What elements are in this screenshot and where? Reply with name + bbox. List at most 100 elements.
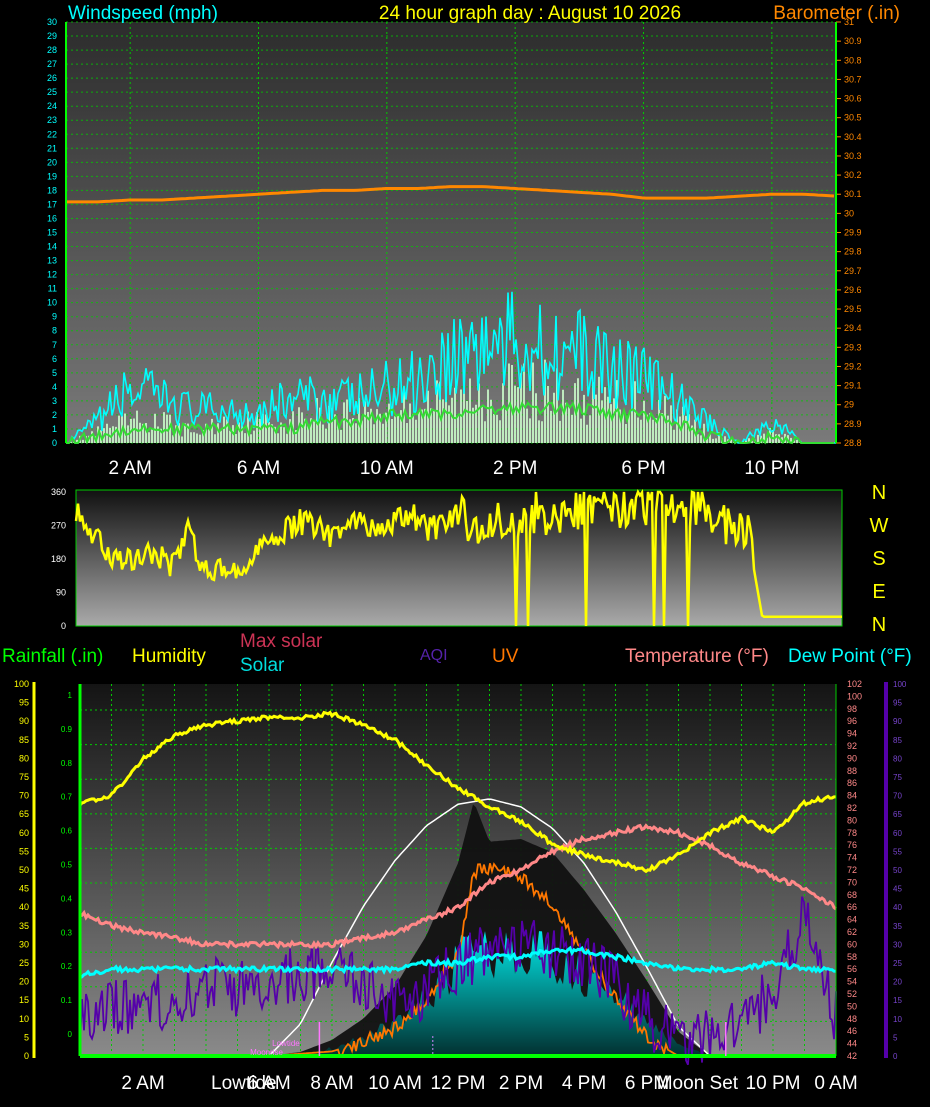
temperature-tick-label: 70 [847,877,857,887]
barometer-tick-label: 30.2 [844,170,862,180]
windspeed-tick-label: 25 [47,87,57,97]
aqi-tick-label: 70 [893,792,902,801]
windspeed-tick-label: 22 [47,129,57,139]
windspeed-tick-label: 13 [47,256,57,266]
barometer-tick-label: 30.4 [844,132,862,142]
aqi-tick-label: 100 [893,680,907,689]
temperature-tick-label: 60 [847,939,857,949]
rainfall-tick-label: 0.1 [61,996,73,1005]
temperature-tick-label: 68 [847,890,857,900]
barometer-tick-label: 29.1 [844,381,862,391]
windspeed-tick-label: 29 [47,31,57,41]
windspeed-axis-title: Windspeed (mph) [68,3,218,24]
wind-x-tick-label: 2 AM [109,458,152,479]
humidity-tick-label: 40 [19,902,29,912]
barometer-axis-ticks: 28.8 28.9 29 29.1 29.2 29.3 29.4 29.5 29.6 29.7 29… [836,17,862,448]
direction-tick-label: 0 [61,621,66,631]
humidity-tick-label: 75 [19,772,29,782]
temperature-tick-label: 50 [847,1001,857,1011]
humidity-tick-label: 10 [19,1014,29,1024]
temperature-tick-label: 92 [847,741,857,751]
temperature-tick-label: 98 [847,704,857,714]
windspeed-tick-label: 12 [47,270,57,280]
temperature-tick-label: 58 [847,952,857,962]
direction-tick-label: 90 [56,588,66,598]
event-x-label: Moon Set [657,1073,739,1094]
windspeed-tick-label: 2 [52,410,57,420]
legend-max-solar: Max solar [240,631,323,652]
temperature-tick-label: 84 [847,791,857,801]
legend-dew-point: Dew Point (°F) [788,646,912,667]
windspeed-tick-label: 11 [48,284,57,294]
rainfall-tick-label: 0.7 [61,793,73,802]
windspeed-axis-ticks: 0123456789101112131415161718192021222324… [47,17,57,448]
barometer-tick-label: 29.6 [844,285,862,295]
aqi-tick-label: 50 [893,866,902,875]
humidity-tick-label: 0 [24,1051,29,1061]
aqi-tick-label: 80 [893,754,902,763]
windspeed-tick-label: 9 [52,312,57,322]
lowtide-small-label: Lowtide [272,1039,300,1048]
windspeed-tick-label: 30 [47,17,57,27]
temperature-tick-label: 48 [847,1014,857,1024]
aqi-tick-label: 60 [893,829,902,838]
temperature-tick-label: 72 [847,865,857,875]
barometer-tick-label: 28.9 [844,419,862,429]
graph-title: 24 hour graph day : August 10 2026 [379,3,681,24]
temperature-tick-label: 42 [847,1051,857,1061]
windspeed-tick-label: 27 [47,59,57,69]
direction-tick-label: 270 [51,521,66,531]
humidity-tick-label: 65 [19,809,29,819]
aqi-tick-label: 75 [893,773,902,782]
humidity-tick-label: 20 [19,977,29,987]
barometer-tick-label: 30.7 [844,74,862,84]
humidity-tick-label: 90 [19,716,29,726]
humidity-tick-label: 70 [19,791,29,801]
temperature-tick-label: 88 [847,766,857,776]
barometer-tick-label: 30.1 [844,189,862,199]
humidity-tick-label: 100 [14,679,29,689]
windspeed-tick-label: 16 [47,213,57,223]
legend-temperature: Temperature (°F) [625,646,769,667]
windspeed-tick-label: 14 [47,242,57,252]
temperature-tick-label: 54 [847,977,857,987]
windspeed-tick-label: 7 [52,340,57,350]
aqi-tick-label: 95 [893,699,902,708]
temperature-tick-label: 76 [847,840,857,850]
windspeed-tick-label: 28 [47,45,57,55]
conditions-x-tick-label: 10 AM [368,1073,422,1094]
barometer-tick-label: 30.5 [844,113,862,123]
weather-graph-svg: 0123456789101112131415161718192021222324… [2,3,912,1094]
barometer-axis-title: Barometer (.in) [773,3,900,24]
barometer-tick-label: 29.3 [844,342,862,352]
conditions-x-labels: 2 AM 6 AM 8 AM 10 AM 12 PM 2 PM 4 PM 6 PM 10 PM 0… [121,1073,857,1094]
rainfall-tick-label: 0.4 [61,894,73,903]
windspeed-tick-label: 26 [47,73,57,83]
humidity-tick-label: 55 [19,846,29,856]
humidity-tick-label: 85 [19,735,29,745]
humidity-tick-label: 15 [19,995,29,1005]
windspeed-tick-label: 23 [47,115,57,125]
temperature-tick-label: 66 [847,902,857,912]
humidity-tick-label: 95 [19,698,29,708]
windspeed-tick-label: 0 [52,438,57,448]
direction-tick-label: 360 [51,487,66,497]
windspeed-tick-label: 15 [47,228,57,238]
humidity-tick-label: 80 [19,753,29,763]
temperature-tick-label: 96 [847,716,857,726]
humidity-tick-label: 35 [19,921,29,931]
humidity-tick-label: 30 [19,939,29,949]
aqi-tick-label: 5 [893,1033,898,1042]
temperature-tick-label: 94 [847,729,857,739]
rainfall-tick-label: 0.2 [61,962,73,971]
windspeed-tick-label: 20 [47,157,57,167]
temperature-tick-label: 62 [847,927,857,937]
temperature-tick-label: 102 [847,679,862,689]
wind-x-tick-label: 6 PM [621,458,665,479]
wind-x-tick-label: 10 AM [360,458,414,479]
humidity-tick-label: 50 [19,865,29,875]
rainfall-tick-label: 0.5 [61,860,73,869]
humidity-tick-label: 45 [19,884,29,894]
barometer-tick-label: 29.5 [844,304,862,314]
direction-compass-letters: NWSEN [870,482,889,636]
